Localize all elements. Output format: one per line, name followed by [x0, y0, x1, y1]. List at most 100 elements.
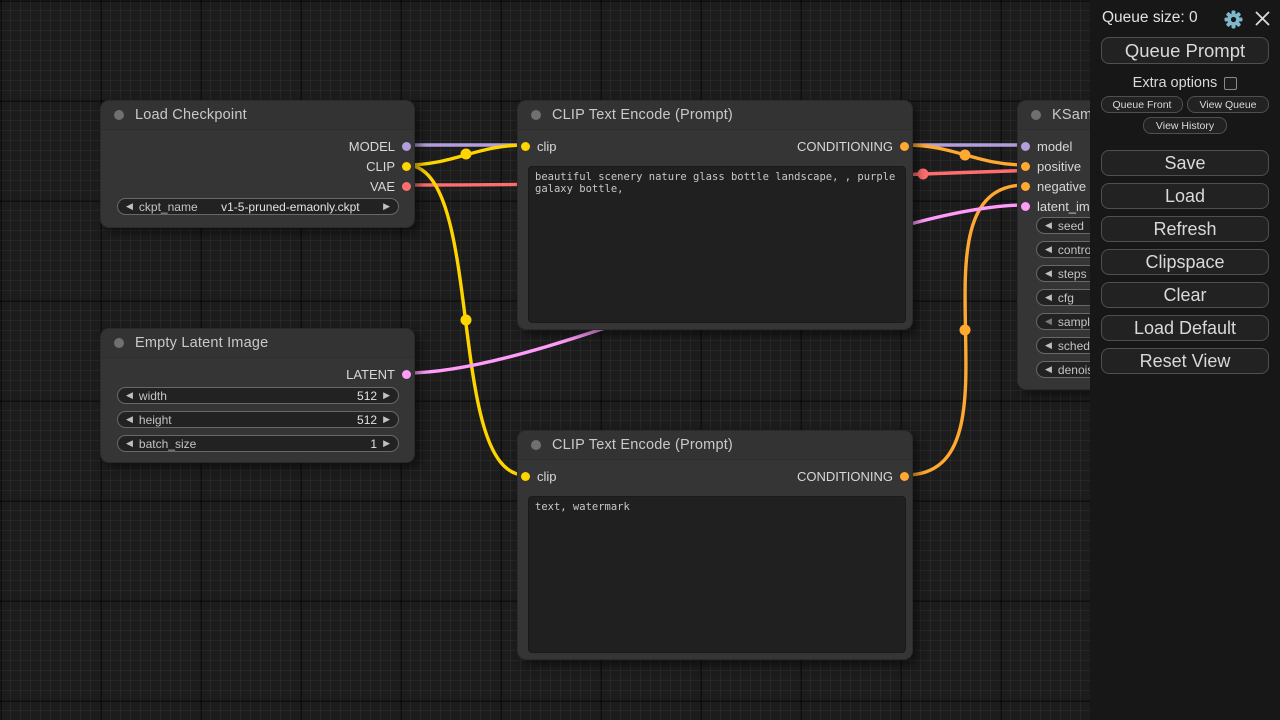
prev-value-arrow-icon[interactable]: ◀: [126, 391, 133, 400]
widget-value: 512: [173, 389, 377, 403]
collapse-dot-icon[interactable]: [114, 110, 124, 120]
slot-label: VAE: [370, 179, 395, 194]
load-default-button[interactable]: Load Default: [1101, 315, 1269, 341]
link-midpoint-dot[interactable]: [960, 325, 971, 336]
latent-slot-dot[interactable]: [1021, 202, 1030, 211]
node-title: CLIP Text Encode (Prompt): [552, 437, 733, 453]
vae-slot-dot[interactable]: [402, 182, 411, 191]
collapse-dot-icon[interactable]: [531, 440, 541, 450]
widget-label: steps: [1058, 267, 1087, 281]
clip-input-slot[interactable]: clip: [521, 138, 557, 154]
conditioning-output-slot[interactable]: CONDITIONING: [797, 138, 909, 154]
latent-slot-dot[interactable]: [402, 370, 411, 379]
prev-value-arrow-icon[interactable]: ◀: [126, 415, 133, 424]
node-header[interactable]: CLIP Text Encode (Prompt): [518, 431, 912, 460]
prev-value-arrow-icon[interactable]: ◀: [1045, 269, 1052, 278]
negative-input-slot[interactable]: negative: [1021, 178, 1086, 194]
prev-value-arrow-icon[interactable]: ◀: [1045, 341, 1052, 350]
negative-prompt-textarea[interactable]: text, watermark: [528, 496, 906, 653]
view-history-button[interactable]: View History: [1143, 117, 1227, 134]
prev-value-arrow-icon[interactable]: ◀: [1045, 245, 1052, 254]
settings-gear-icon[interactable]: [1224, 10, 1243, 29]
slot-label: model: [1037, 139, 1072, 154]
queue-prompt-button[interactable]: Queue Prompt: [1101, 37, 1269, 64]
vae-output-slot[interactable]: VAE: [370, 178, 411, 194]
reset-view-button[interactable]: Reset View: [1101, 348, 1269, 374]
node-empty-latent-image[interactable]: Empty Latent Image LATENT ◀ width 512 ▶ …: [100, 328, 415, 463]
widget-value: v1-5-pruned-emaonly.ckpt: [204, 200, 377, 214]
view-queue-button[interactable]: View Queue: [1187, 96, 1269, 113]
clip-output-slot[interactable]: CLIP: [366, 158, 411, 174]
node-clip-text-encode-negative[interactable]: CLIP Text Encode (Prompt) clip CONDITION…: [517, 430, 913, 660]
graph-canvas[interactable]: Load Checkpoint MODEL CLIP VAE ◀ ckpt_na…: [0, 0, 1280, 720]
extra-options-label: Extra options: [1133, 75, 1218, 91]
widget-value: 1: [202, 437, 377, 451]
collapse-dot-icon[interactable]: [1031, 110, 1041, 120]
close-icon[interactable]: [1255, 11, 1270, 26]
prev-value-arrow-icon[interactable]: ◀: [1045, 365, 1052, 374]
clear-button[interactable]: Clear: [1101, 282, 1269, 308]
slot-label: positive: [1037, 159, 1081, 174]
widget-label: height: [139, 413, 172, 427]
prev-value-arrow-icon[interactable]: ◀: [1045, 221, 1052, 230]
slot-label: CONDITIONING: [797, 139, 893, 154]
next-value-arrow-icon[interactable]: ▶: [383, 415, 390, 424]
prev-value-arrow-icon[interactable]: ◀: [1045, 317, 1052, 326]
clip-input-slot[interactable]: clip: [521, 468, 557, 484]
refresh-button[interactable]: Refresh: [1101, 216, 1269, 242]
link-midpoint-dot[interactable]: [461, 149, 472, 160]
slot-label: CLIP: [366, 159, 395, 174]
positive-input-slot[interactable]: positive: [1021, 158, 1081, 174]
node-load-checkpoint[interactable]: Load Checkpoint MODEL CLIP VAE ◀ ckpt_na…: [100, 100, 415, 228]
width-widget[interactable]: ◀ width 512 ▶: [117, 387, 399, 404]
node-title: CLIP Text Encode (Prompt): [552, 107, 733, 123]
latent-output-slot[interactable]: LATENT: [346, 366, 411, 382]
slot-label: LATENT: [346, 367, 395, 382]
comfy-menu-panel: Queue size: 0 Queue Prompt Extra options…: [1090, 0, 1280, 720]
model-slot-dot[interactable]: [1021, 142, 1030, 151]
link-midpoint-dot[interactable]: [960, 150, 971, 161]
slot-label: MODEL: [349, 139, 395, 154]
model-slot-dot[interactable]: [402, 142, 411, 151]
prev-value-arrow-icon[interactable]: ◀: [126, 439, 133, 448]
prev-value-arrow-icon[interactable]: ◀: [126, 202, 133, 211]
collapse-dot-icon[interactable]: [114, 338, 124, 348]
conditioning-slot-dot[interactable]: [1021, 162, 1030, 171]
clip-slot-dot[interactable]: [521, 472, 530, 481]
conditioning-output-slot[interactable]: CONDITIONING: [797, 468, 909, 484]
conditioning-slot-dot[interactable]: [900, 472, 909, 481]
clip-slot-dot[interactable]: [402, 162, 411, 171]
slot-label: negative: [1037, 179, 1086, 194]
model-output-slot[interactable]: MODEL: [349, 138, 411, 154]
collapse-dot-icon[interactable]: [531, 110, 541, 120]
link-midpoint-dot[interactable]: [918, 169, 929, 180]
node-title: Empty Latent Image: [135, 335, 268, 351]
model-input-slot[interactable]: model: [1021, 138, 1072, 154]
node-header[interactable]: CLIP Text Encode (Prompt): [518, 101, 912, 130]
node-header[interactable]: Load Checkpoint: [101, 101, 414, 130]
height-widget[interactable]: ◀ height 512 ▶: [117, 411, 399, 428]
next-value-arrow-icon[interactable]: ▶: [383, 202, 390, 211]
queue-front-button[interactable]: Queue Front: [1101, 96, 1183, 113]
widget-label: seed: [1058, 219, 1084, 233]
clip-slot-dot[interactable]: [521, 142, 530, 151]
next-value-arrow-icon[interactable]: ▶: [383, 439, 390, 448]
slot-label: CONDITIONING: [797, 469, 893, 484]
extra-options-checkbox[interactable]: [1224, 77, 1237, 90]
load-button[interactable]: Load: [1101, 183, 1269, 209]
save-button[interactable]: Save: [1101, 150, 1269, 176]
batch-size-widget[interactable]: ◀ batch_size 1 ▶: [117, 435, 399, 452]
ckpt-name-widget[interactable]: ◀ ckpt_name v1-5-pruned-emaonly.ckpt ▶: [117, 198, 399, 215]
widget-label: ckpt_name: [139, 200, 198, 214]
queue-size-label: Queue size: 0: [1102, 9, 1198, 27]
link-midpoint-dot[interactable]: [461, 315, 472, 326]
prev-value-arrow-icon[interactable]: ◀: [1045, 293, 1052, 302]
clipspace-button[interactable]: Clipspace: [1101, 249, 1269, 275]
node-header[interactable]: Empty Latent Image: [101, 329, 414, 358]
next-value-arrow-icon[interactable]: ▶: [383, 391, 390, 400]
conditioning-slot-dot[interactable]: [1021, 182, 1030, 191]
node-title: Load Checkpoint: [135, 107, 247, 123]
node-clip-text-encode-positive[interactable]: CLIP Text Encode (Prompt) clip CONDITION…: [517, 100, 913, 330]
positive-prompt-textarea[interactable]: beautiful scenery nature glass bottle la…: [528, 166, 906, 323]
conditioning-slot-dot[interactable]: [900, 142, 909, 151]
